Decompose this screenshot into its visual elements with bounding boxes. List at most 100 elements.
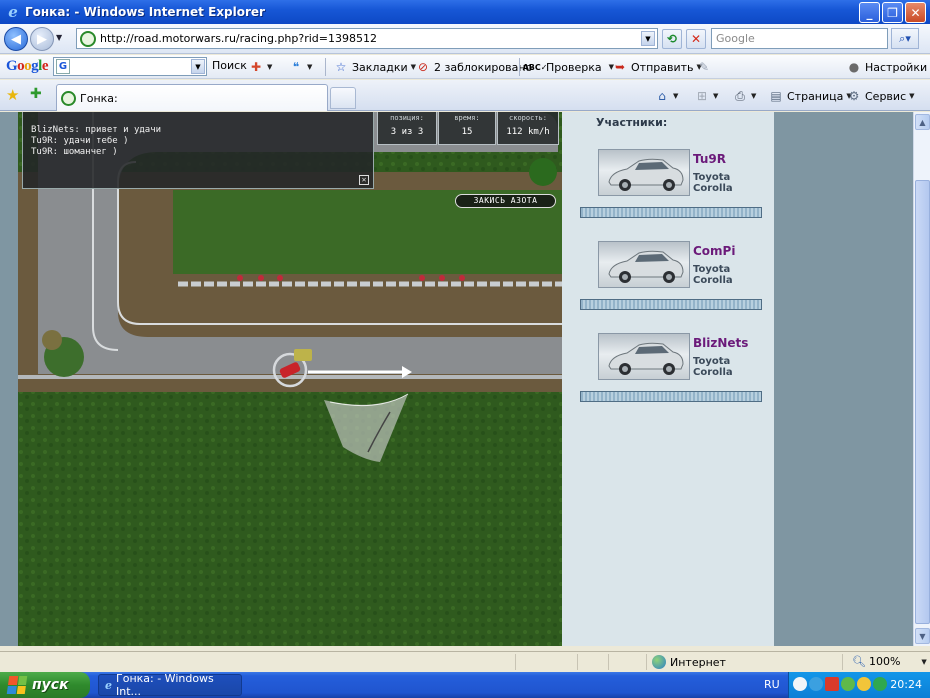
tray-arrow-icon[interactable] xyxy=(793,677,807,691)
forward-button[interactable]: ▶ xyxy=(30,27,54,51)
ie-logo-icon: e xyxy=(8,3,18,21)
car-image xyxy=(598,149,690,196)
car-image xyxy=(598,241,690,288)
home-button[interactable]: ⌂ ▼ xyxy=(654,88,678,104)
send-icon: ➥ xyxy=(614,60,626,74)
position-stat: позиция: 3 из 3 xyxy=(377,112,437,145)
car-make: Toyota xyxy=(693,172,731,183)
start-label: пуск xyxy=(32,677,69,693)
zoom-level: 100% xyxy=(868,655,901,668)
minimize-button[interactable]: _ xyxy=(859,2,880,23)
speed-label: скорость: xyxy=(509,114,547,122)
gear-icon: ⚙ xyxy=(848,89,860,103)
popup-blocked-button[interactable]: ⊘ 2 заблокировано xyxy=(415,59,532,75)
refresh-button[interactable]: ⟲ xyxy=(662,29,682,49)
participants-title: Участники: xyxy=(596,116,668,129)
taskbar-item-ie[interactable]: e Гонка: - Windows Int... xyxy=(98,672,242,698)
settings-button[interactable]: ● Настройки▼ xyxy=(846,59,930,75)
address-toolbar: ◀ ▶ ▼ http://road.motorwars.ru/racing.ph… xyxy=(0,24,930,54)
participant-name[interactable]: ComPi xyxy=(693,244,735,258)
tray-agent-icon[interactable] xyxy=(873,677,887,691)
tray-messenger-icon[interactable] xyxy=(857,677,871,691)
page-icon: ▤ xyxy=(770,89,782,103)
scroll-thumb[interactable] xyxy=(915,180,930,624)
zoom-control[interactable]: 🔍︎ 100% ▼ xyxy=(852,655,927,668)
page-menu[interactable]: ▤ Страница ▼ xyxy=(768,88,851,104)
tray-network-icon[interactable] xyxy=(809,677,823,691)
url-text: http://road.motorwars.ru/racing.php?rid=… xyxy=(100,32,377,45)
taskbar: пуск e Гонка: - Windows Int... RU 20:24 xyxy=(0,672,930,698)
language-indicator[interactable]: RU xyxy=(764,678,780,691)
scroll-up-button[interactable]: ▲ xyxy=(915,114,930,130)
clock[interactable]: 20:24 xyxy=(890,678,922,691)
google-search-input[interactable]: G ▼ xyxy=(53,57,207,76)
stop-button[interactable]: ✕ xyxy=(686,29,706,49)
spellcheck-icon: ABC✓ xyxy=(522,62,548,72)
chat-close-icon[interactable]: ✕ xyxy=(359,175,369,185)
security-zone[interactable]: Интернет xyxy=(652,655,726,669)
participant-name[interactable]: BlizNets xyxy=(693,336,748,350)
position-label: позиция: xyxy=(390,114,424,122)
chat-bubble-icon: ❝ xyxy=(292,60,300,74)
scroll-down-button[interactable]: ▼ xyxy=(915,628,930,644)
car-model: Corolla xyxy=(693,183,733,194)
car-image xyxy=(598,333,690,380)
search-icon: ⌕▾ xyxy=(899,31,911,45)
popup-blocker-icon: ⊘ xyxy=(417,60,429,74)
tray-user-icon[interactable] xyxy=(841,677,855,691)
star-outline-icon: ☆ xyxy=(335,60,347,74)
tools-menu[interactable]: ⚙ Сервис ▼ xyxy=(846,88,915,104)
google-logo: Google xyxy=(6,58,49,74)
forward-arrow-icon: ▶ xyxy=(37,31,47,47)
new-tab-button[interactable] xyxy=(330,87,356,109)
bookmarks-label: Закладки xyxy=(352,60,408,74)
race-track-graphic xyxy=(18,112,562,646)
vertical-scrollbar[interactable]: ▲ ▼ xyxy=(913,112,930,646)
tab-racing[interactable]: Гонка: xyxy=(56,84,328,111)
google-search-dropdown-icon[interactable]: ▼ xyxy=(191,59,205,74)
tray-antivirus-icon[interactable] xyxy=(825,677,839,691)
highlight-button[interactable]: ✎ xyxy=(696,59,712,75)
page-menu-label: Страница xyxy=(787,89,844,103)
settings-circle-icon: ● xyxy=(848,60,860,74)
status-divider xyxy=(608,654,609,670)
add-favorite-icon[interactable]: ✚ xyxy=(30,86,42,102)
spellcheck-button[interactable]: ABC✓ Проверка ▼ xyxy=(522,59,614,75)
time-value: 15 xyxy=(461,127,473,137)
search-input[interactable]: Google xyxy=(711,28,888,49)
favorites-star-icon[interactable]: ★ xyxy=(6,86,19,104)
chat-box[interactable]: BlizNets: привет и удачи Tu9R: удачи теб… xyxy=(22,112,374,189)
history-dropdown-icon[interactable]: ▼ xyxy=(56,33,62,42)
participant-name[interactable]: Tu9R xyxy=(693,152,726,166)
print-button[interactable]: ⎙ ▼ xyxy=(732,88,756,104)
google-search-button[interactable]: Поиск xyxy=(212,59,247,72)
google-puzzle-button[interactable]: ✚ ▼ xyxy=(248,59,272,75)
globe-icon xyxy=(652,655,666,669)
nitro-button[interactable]: ЗАКИСЬ АЗОТА xyxy=(455,194,556,208)
chat-line xyxy=(31,114,365,125)
site-favicon-icon xyxy=(80,30,96,47)
race-game-canvas[interactable]: BlizNets: привет и удачи Tu9R: удачи теб… xyxy=(18,112,562,646)
address-dropdown-icon[interactable]: ▼ xyxy=(641,31,655,46)
bookmarks-button[interactable]: ☆ Закладки ▼ xyxy=(333,59,416,75)
windows-flag-icon xyxy=(6,676,28,694)
toolbar-separator xyxy=(519,58,520,76)
status-bar: Интернет 🔍︎ 100% ▼ xyxy=(0,651,930,671)
feeds-button[interactable]: ⊞ ▼ xyxy=(694,88,718,104)
title-bar: e Гонка: - Windows Internet Explorer _ ❐… xyxy=(0,0,930,24)
start-button[interactable]: пуск xyxy=(0,672,90,698)
window-controls: _ ❐ ✕ xyxy=(859,2,926,23)
maximize-button[interactable]: ❐ xyxy=(882,2,903,23)
settings-label: Настройки xyxy=(865,60,928,74)
status-divider xyxy=(577,654,578,670)
close-button[interactable]: ✕ xyxy=(905,2,926,23)
send-button[interactable]: ➥ Отправить ▼ xyxy=(612,59,702,75)
window-title: Гонка: - Windows Internet Explorer xyxy=(25,5,265,19)
refresh-icon: ⟲ xyxy=(666,32,678,46)
back-button[interactable]: ◀ xyxy=(4,27,28,51)
google-talk-button[interactable]: ❝ ▼ xyxy=(288,59,313,75)
tools-menu-label: Сервис xyxy=(865,89,907,103)
search-button[interactable]: ⌕▾ xyxy=(891,28,919,49)
car-model: Corolla xyxy=(693,275,733,286)
address-field[interactable]: http://road.motorwars.ru/racing.php?rid=… xyxy=(76,28,658,49)
